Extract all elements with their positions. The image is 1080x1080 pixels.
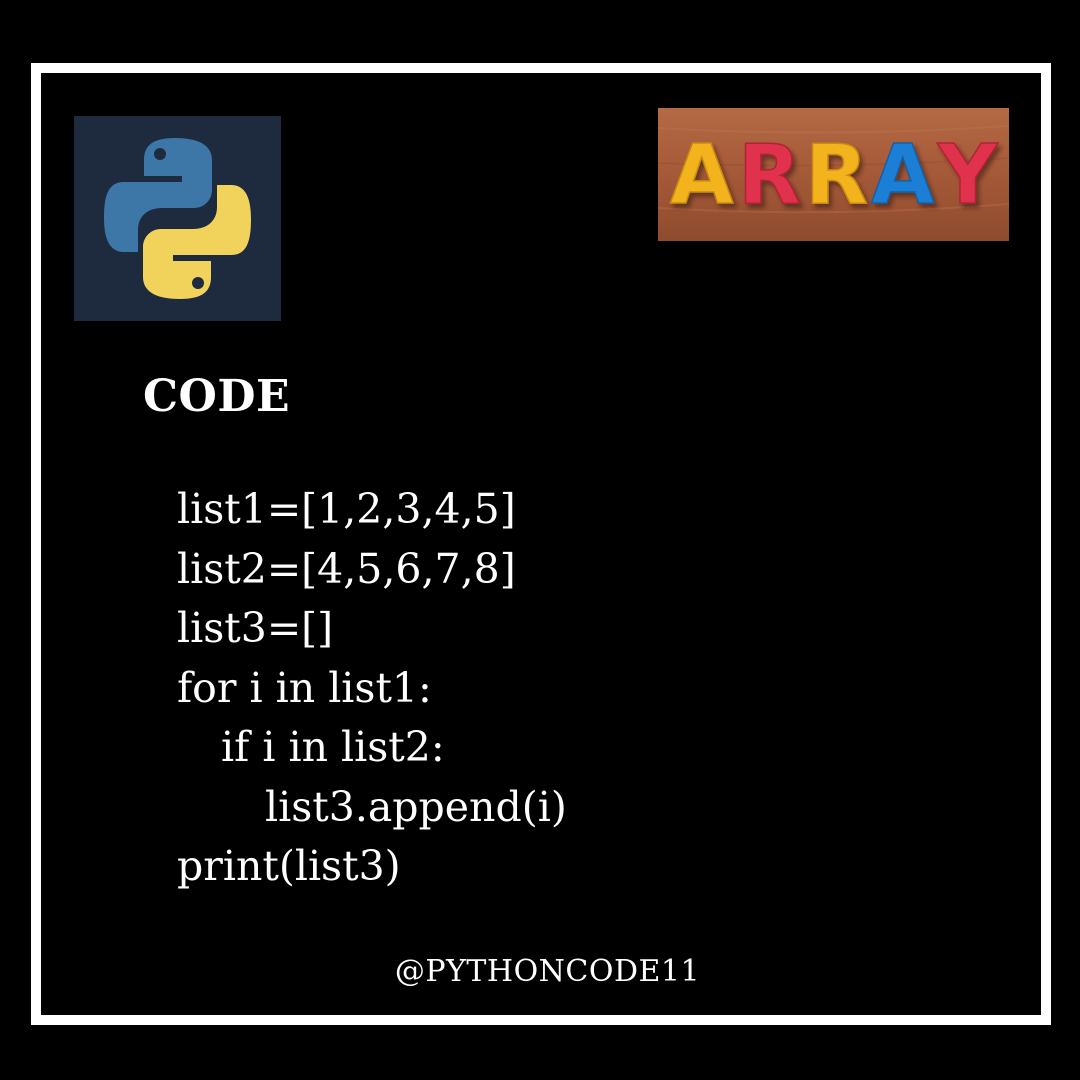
svg-text:Y: Y xyxy=(937,128,999,223)
code-line: if i in list2: xyxy=(221,723,445,771)
code-heading: CODE xyxy=(143,371,291,422)
author-handle: @PYTHONCODE11 xyxy=(394,954,701,989)
svg-text:A: A xyxy=(670,128,734,223)
array-photo-image: A R R A Y xyxy=(658,108,1009,241)
code-line: list2=[4,5,6,7,8] xyxy=(177,544,516,593)
code-line: list1=[1,2,3,4,5] xyxy=(177,485,516,533)
code-block: list1=[1,2,3,4,5] list2=[4,5,6,7,8] list… xyxy=(177,480,567,897)
svg-text:R: R xyxy=(805,128,868,223)
svg-text:R: R xyxy=(738,128,801,223)
post-canvas: A R R A Y CODE list1=[1,2,3,4,5] list2=[… xyxy=(0,0,1080,1080)
svg-text:A: A xyxy=(871,128,935,223)
code-line: print(list3) xyxy=(177,842,401,890)
python-logo-icon xyxy=(74,116,281,321)
code-line: list3=[] xyxy=(177,604,334,652)
code-line: for i in list1: xyxy=(177,663,432,712)
code-line: list3.append(i) xyxy=(265,782,567,831)
